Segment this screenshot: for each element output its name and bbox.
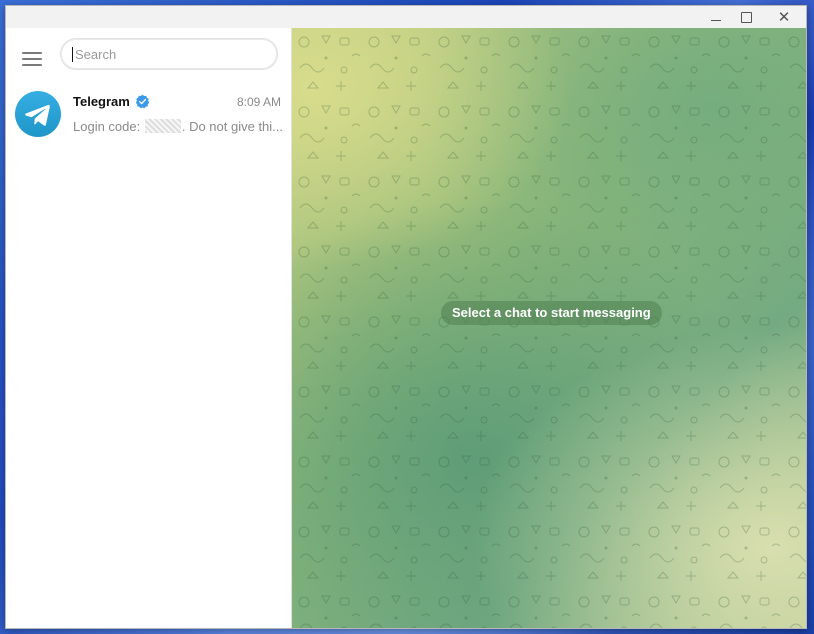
preview-suffix: . Do not give thi... [181, 119, 284, 134]
search-input[interactable] [71, 39, 270, 69]
close-button[interactable]: ✕ [766, 6, 802, 28]
chat-name: Telegram [73, 94, 130, 109]
chat-list-item[interactable]: Telegram 8:09 AM Login code: . Do not gi… [6, 88, 291, 144]
chat-preview: Login code: . Do not give thi... [73, 119, 285, 134]
chat-area: Select a chat to start messaging [292, 28, 806, 628]
telegram-window: ✕ Telegram 8:09 AM Login code: . Do not … [5, 5, 807, 629]
chat-list-sidebar: Telegram 8:09 AM Login code: . Do not gi… [6, 28, 292, 628]
verified-badge-icon [135, 94, 150, 109]
chat-time: 8:09 AM [236, 95, 281, 109]
preview-prefix: Login code: [73, 119, 144, 134]
redacted-code [144, 119, 181, 133]
maximize-icon [740, 11, 752, 23]
search-field[interactable] [60, 38, 278, 70]
telegram-plane-icon [25, 104, 50, 126]
telegram-avatar [15, 91, 61, 137]
title-bar: ✕ [6, 6, 806, 28]
hamburger-menu-icon[interactable] [20, 50, 44, 68]
doodle-pattern [292, 28, 806, 628]
close-icon: ✕ [777, 8, 791, 26]
maximize-button[interactable] [726, 6, 766, 28]
empty-state-label: Select a chat to start messaging [441, 301, 662, 325]
minimize-icon [711, 19, 721, 21]
